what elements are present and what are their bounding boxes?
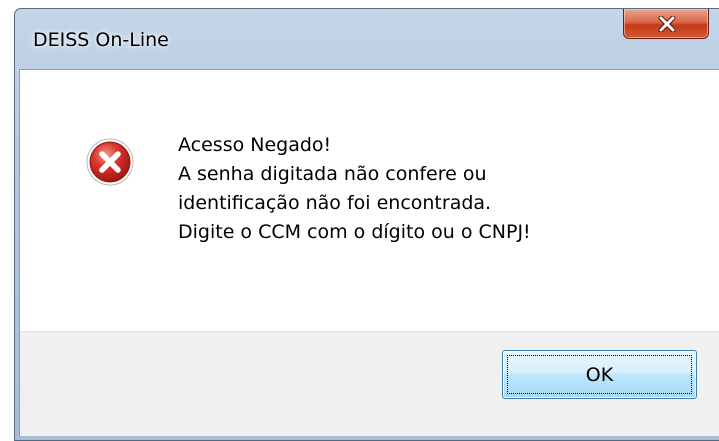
- message-area: Acesso Negado! A senha digitada não conf…: [20, 70, 719, 331]
- dialog-client-area: Acesso Negado! A senha digitada não conf…: [19, 69, 719, 436]
- message-line-1: Acesso Negado!: [178, 134, 332, 156]
- window-title: DEISS On-Line: [33, 29, 169, 51]
- error-icon: [86, 138, 134, 186]
- message-line-3: identificação não foi encontrada.: [178, 192, 492, 214]
- error-message: Acesso Negado! A senha digitada não conf…: [178, 131, 531, 247]
- ok-button[interactable]: OK: [502, 350, 697, 399]
- title-bar[interactable]: DEISS On-Line: [15, 9, 719, 69]
- close-icon: [658, 16, 676, 32]
- message-line-2: A senha digitada não confere ou: [178, 163, 487, 185]
- close-button[interactable]: [623, 9, 709, 39]
- ok-button-label: OK: [507, 355, 692, 394]
- dialog-window: DEISS On-Line Acesso Negado! A senha dig…: [14, 8, 719, 441]
- button-area: OK: [20, 331, 719, 436]
- message-line-4: Digite o CCM com o dígito ou o CNPJ!: [178, 221, 531, 243]
